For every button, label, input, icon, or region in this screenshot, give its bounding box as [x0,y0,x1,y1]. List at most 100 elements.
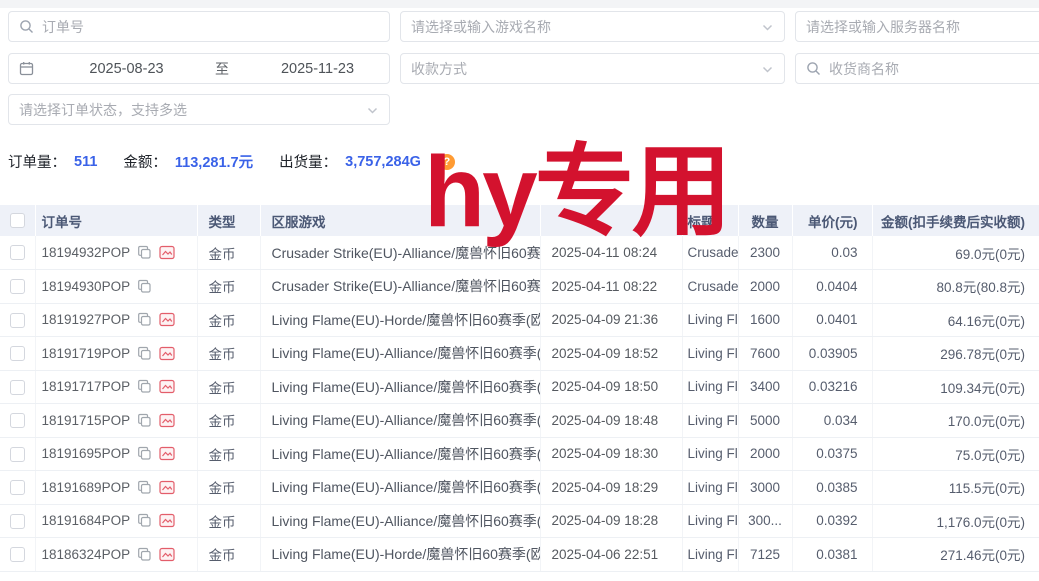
order-number: 18191927POP [42,312,131,327]
order-title: Living Fl [682,404,738,438]
server-name-select[interactable] [795,11,1039,42]
table-row: 18191715POP 金币 Living Flame(EU)-Alliance… [0,404,1039,438]
amount-label: 金额： [123,151,167,172]
order-number-search[interactable] [8,11,390,42]
order-type: 金币 [197,370,260,404]
order-amount: 109.34元(0元) [872,370,1039,404]
table-row: 18191684POP 金币 Living Flame(EU)-Alliance… [0,504,1039,538]
header-type: 类型 [197,205,260,236]
order-quantity: 2000 [738,270,792,304]
game-name-select[interactable] [400,11,785,42]
copy-icon[interactable] [137,346,152,361]
order-time: 2025-04-09 18:50 [540,370,682,404]
payment-method-select[interactable] [400,53,785,84]
order-game: Living Flame(EU)-Alliance/魔兽怀旧60赛季( [260,370,540,404]
order-unit-price: 0.0392 [792,504,872,538]
order-number: 18191717POP [42,379,131,394]
help-icon[interactable]: ? [439,154,455,170]
order-unit-price: 0.0381 [792,538,872,572]
order-number-input[interactable] [42,19,379,35]
header-title: 标题 [682,205,738,236]
row-checkbox[interactable] [10,514,25,529]
copy-icon[interactable] [137,513,152,528]
order-title: Living Fl [682,303,738,337]
search-icon [806,61,821,76]
row-checkbox[interactable] [10,547,25,562]
copy-icon[interactable] [137,312,152,327]
table-row: 18191927POP 金币 Living Flame(EU)-Horde/魔兽… [0,303,1039,337]
image-icon[interactable] [159,379,175,394]
copy-icon[interactable] [137,413,152,428]
payment-method-input[interactable] [411,61,774,77]
copy-icon[interactable] [137,379,152,394]
table-row: 18191719POP 金币 Living Flame(EU)-Alliance… [0,337,1039,371]
table-row: 18191689POP 金币 Living Flame(EU)-Alliance… [0,471,1039,505]
order-amount: 69.0元(0元) [872,236,1039,270]
order-unit-price: 0.03905 [792,337,872,371]
order-type: 金币 [197,303,260,337]
image-icon[interactable] [159,346,175,361]
row-checkbox[interactable] [10,313,25,328]
copy-icon[interactable] [137,446,152,461]
order-unit-price: 0.034 [792,404,872,438]
row-checkbox[interactable] [10,413,25,428]
image-icon[interactable] [159,446,175,461]
order-time: 2025-04-09 18:52 [540,337,682,371]
order-title: Living Fl [682,437,738,471]
order-quantity: 3400 [738,370,792,404]
order-amount: 80.8元(80.8元) [872,270,1039,304]
row-checkbox[interactable] [10,346,25,361]
header-price: 单价(元) [792,205,872,236]
orders-count-value: 511 [74,154,97,170]
select-all-checkbox[interactable] [10,213,25,228]
receiver-merchant-input[interactable] [829,61,1039,77]
order-type: 金币 [197,504,260,538]
orders-count-label: 订单量： [8,151,66,172]
row-checkbox[interactable] [10,279,25,294]
header-game: 区服游戏 [260,205,540,236]
header-time [540,205,682,236]
row-checkbox[interactable] [10,447,25,462]
order-title: Crusade [682,270,738,304]
image-icon[interactable] [159,547,175,562]
image-icon[interactable] [159,312,175,327]
order-number: 18191695POP [42,446,131,461]
order-status-input[interactable] [19,102,379,118]
order-type: 金币 [197,337,260,371]
order-title: Living Fl [682,337,738,371]
search-icon [19,19,34,34]
date-separator: 至 [211,59,233,79]
image-icon[interactable] [159,480,175,495]
row-checkbox[interactable] [10,245,25,260]
copy-icon[interactable] [137,480,152,495]
row-checkbox[interactable] [10,380,25,395]
row-checkbox[interactable] [10,480,25,495]
copy-icon[interactable] [137,279,152,294]
order-amount: 75.0元(0元) [872,437,1039,471]
image-icon[interactable] [159,413,175,428]
copy-icon[interactable] [137,245,152,260]
date-start-input[interactable] [42,61,211,77]
order-amount: 271.46元(0元) [872,538,1039,572]
game-name-input[interactable] [411,19,774,35]
order-game: Crusader Strike(EU)-Alliance/魔兽怀旧60赛 [260,270,540,304]
table-header-row: 订单号 类型 区服游戏 标题 数量 单价(元) 金额(扣手续费后实收额) [0,205,1039,236]
order-number: 18191684POP [42,513,131,528]
order-status-select[interactable] [8,94,390,125]
order-quantity: 7600 [738,337,792,371]
order-quantity: 5000 [738,404,792,438]
order-time: 2025-04-06 22:51 [540,538,682,572]
image-icon[interactable] [159,245,175,260]
date-range-picker[interactable]: 至 [8,53,390,84]
order-unit-price: 0.03 [792,236,872,270]
image-icon[interactable] [159,513,175,528]
order-unit-price: 0.0385 [792,471,872,505]
date-end-input[interactable] [233,61,402,77]
server-name-input[interactable] [806,19,1039,35]
order-number: 18191715POP [42,413,131,428]
receiver-merchant-search[interactable] [795,53,1039,84]
order-number: 18186324POP [42,547,131,562]
copy-icon[interactable] [137,547,152,562]
order-number: 18191719POP [42,346,131,361]
order-type: 金币 [197,471,260,505]
